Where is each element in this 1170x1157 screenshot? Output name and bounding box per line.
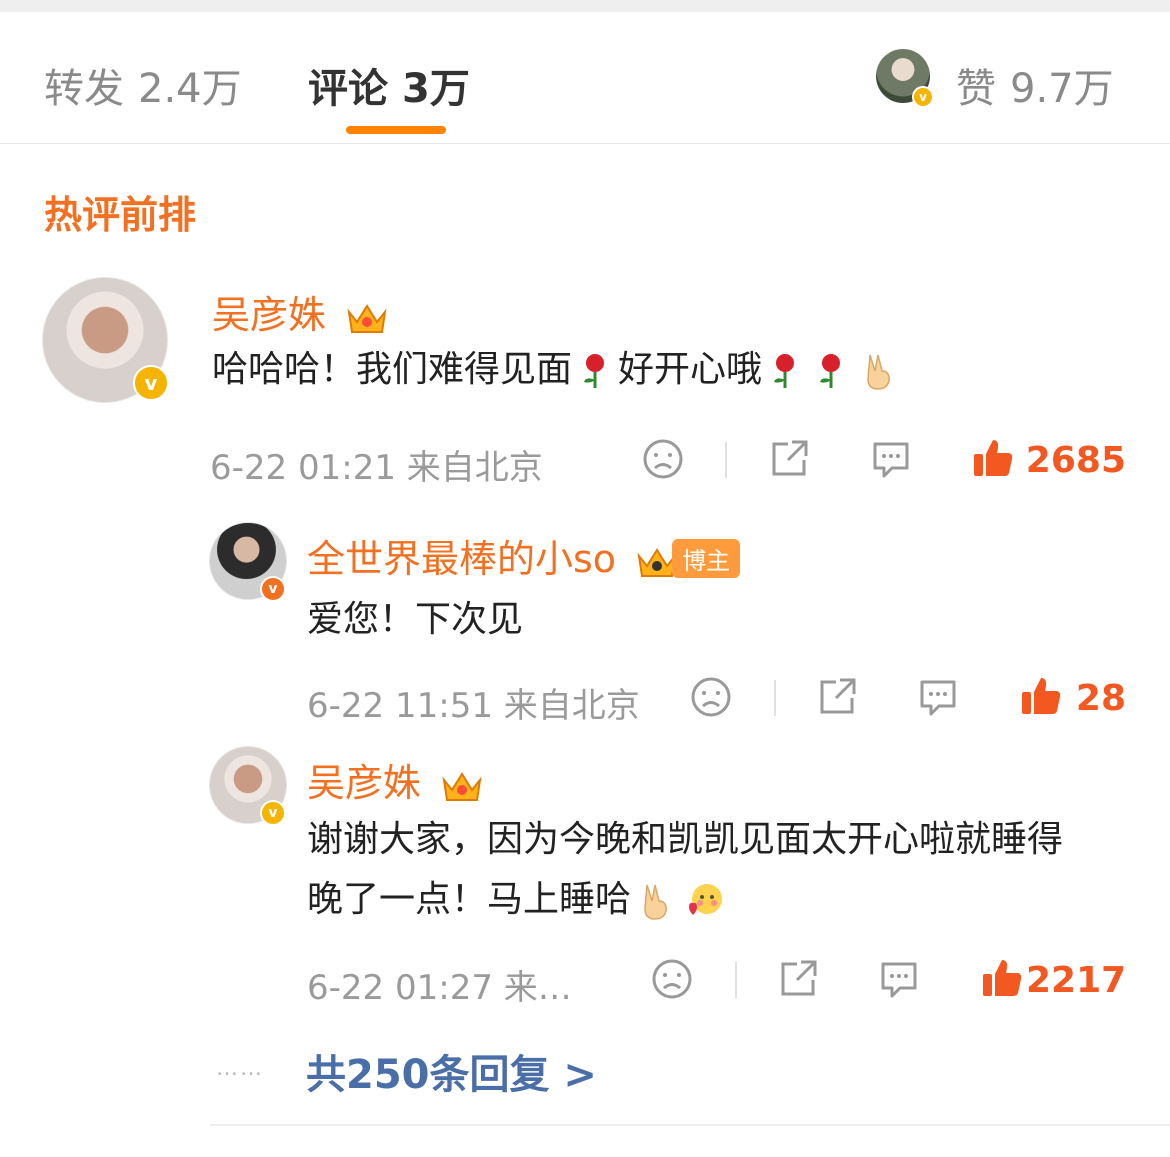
- like-count: 2217: [1026, 960, 1127, 1001]
- tab-like-label: 赞: [956, 66, 996, 112]
- comment-location: 来自北京: [406, 448, 543, 488]
- verified-icon: v: [912, 86, 934, 108]
- divider: [774, 680, 776, 716]
- comment-text-tail: 好开心哦: [618, 349, 763, 390]
- comment-author[interactable]: 吴彦姝: [307, 752, 483, 807]
- comment-author[interactable]: 全世界最棒的小so 博主: [307, 528, 741, 583]
- blush-emoji-icon: [689, 884, 723, 915]
- comment-time: 6-22 11:51: [307, 686, 493, 726]
- section-title: 热评前排: [44, 193, 197, 237]
- comment-text-main: 晚了一点！马上睡哈: [307, 879, 632, 920]
- comment-meta: 6-22 01:27 来…: [307, 960, 572, 1009]
- victory-hand-icon: [644, 884, 667, 920]
- crown-icon: [442, 771, 482, 801]
- blogger-badge: 博主: [672, 539, 741, 578]
- active-tab-indicator: [346, 126, 446, 134]
- tab-repost-count: 2.4万: [138, 66, 242, 112]
- comment-location: 来…: [503, 968, 572, 1008]
- share-icon[interactable]: [768, 438, 810, 480]
- author-name[interactable]: 全世界最棒的小so: [307, 537, 616, 581]
- comment-time: 6-22 01:27: [307, 968, 493, 1008]
- divider: [735, 962, 737, 998]
- tab-comment-label: 评论: [308, 66, 388, 112]
- comment-text: 哈哈哈！我们难得见面 好开心哦: [212, 342, 902, 398]
- more-replies-link[interactable]: 共250条回复 >: [306, 1042, 597, 1100]
- comment-time: 6-22 01:21: [210, 448, 396, 488]
- rose-icon: [774, 354, 795, 388]
- comment-text: 爱您！下次见: [307, 599, 524, 640]
- crown-icon: [347, 303, 387, 333]
- top-gap: [0, 0, 1170, 12]
- victory-hand-icon: [867, 354, 890, 390]
- tab-repost[interactable]: 转发 2.4万: [44, 56, 242, 114]
- thumbs-up-icon[interactable]: [980, 956, 1024, 1000]
- bottom-divider: [210, 1124, 1170, 1126]
- rose-icon: [820, 354, 841, 388]
- comment-location: 来自北京: [503, 686, 640, 726]
- rose-icon: [584, 354, 605, 388]
- thumbs-up-icon[interactable]: [1019, 674, 1063, 718]
- verified-icon: v: [260, 800, 286, 826]
- tab-repost-label: 转发: [44, 66, 124, 112]
- comment-icon[interactable]: [878, 958, 920, 1000]
- comment-text-line1: 谢谢大家，因为今晚和凯凯见面太开心啦就睡得: [307, 819, 1064, 860]
- comment-meta: 6-22 11:51 来自北京: [307, 678, 640, 727]
- author-name[interactable]: 吴彦姝: [212, 293, 326, 337]
- comment-meta: 6-22 01:21 来自北京: [210, 440, 543, 489]
- comment-icon[interactable]: [870, 438, 912, 480]
- tab-like[interactable]: 赞 9.7万: [956, 56, 1114, 114]
- tab-comment-count: 3万: [402, 66, 470, 112]
- sad-face-icon[interactable]: [642, 438, 684, 480]
- sad-face-icon[interactable]: [690, 676, 732, 718]
- author-name[interactable]: 吴彦姝: [307, 761, 421, 805]
- tab-bar: 转发 2.4万 评论 3万 赞 9.7万: [0, 12, 1170, 144]
- divider: [725, 442, 727, 478]
- thumbs-up-icon[interactable]: [971, 436, 1015, 480]
- comment-author[interactable]: 吴彦姝: [212, 284, 388, 339]
- share-icon[interactable]: [816, 676, 858, 718]
- like-count: 28: [1075, 678, 1126, 719]
- more-replies-dots: ……: [216, 1056, 264, 1081]
- verified-icon: v: [260, 576, 286, 602]
- tab-like-count: 9.7万: [1010, 66, 1114, 112]
- comment-icon[interactable]: [917, 676, 959, 718]
- comment-text-main: 哈哈哈！我们难得见面: [212, 349, 573, 390]
- like-count: 2685: [1025, 440, 1126, 481]
- verified-icon: v: [133, 365, 169, 401]
- share-icon[interactable]: [777, 958, 819, 1000]
- comment-text-line2: 晚了一点！马上睡哈: [307, 872, 731, 928]
- sad-face-icon[interactable]: [651, 958, 693, 1000]
- tab-comment[interactable]: 评论 3万: [308, 56, 470, 114]
